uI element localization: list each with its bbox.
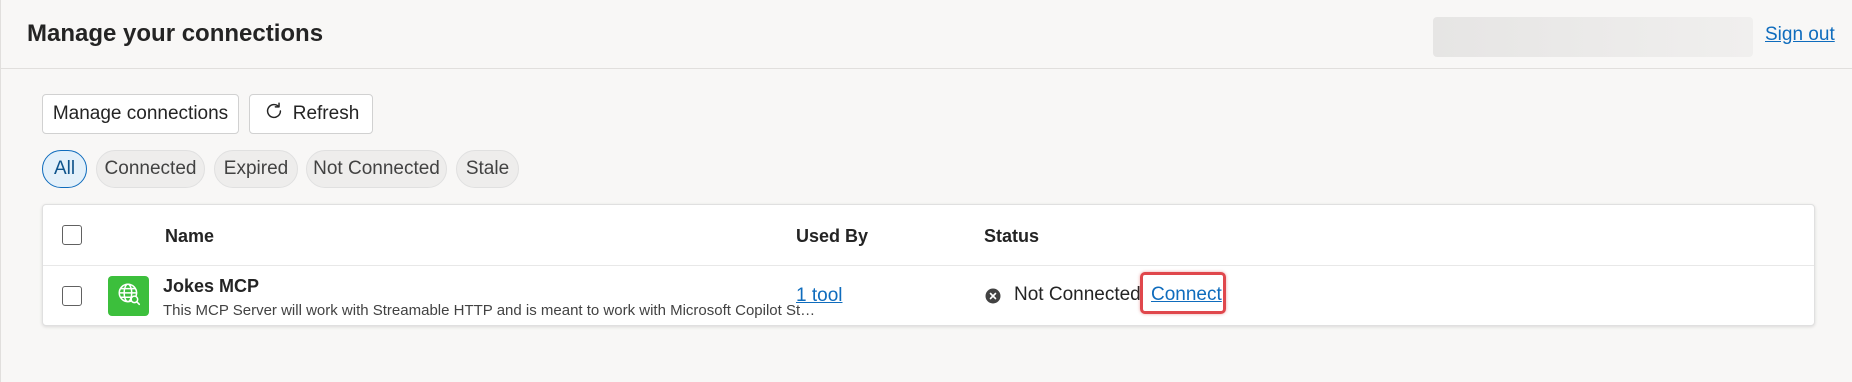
refresh-label: Refresh	[292, 103, 360, 124]
filter-not-connected[interactable]: Not Connected	[306, 150, 447, 188]
status-text: Not Connected	[1014, 284, 1141, 305]
connections-table: Name Used By Status Jokes MCP This MCP S…	[42, 204, 1815, 326]
filter-not-connected-label: Not Connected	[313, 158, 440, 179]
globe-icon	[116, 281, 142, 312]
table-row: Jokes MCP This MCP Server will work with…	[43, 266, 1814, 326]
manage-connections-button[interactable]: Manage connections	[42, 94, 239, 134]
filter-all[interactable]: All	[42, 150, 87, 188]
filter-stale[interactable]: Stale	[456, 150, 519, 188]
filter-connected-label: Connected	[104, 158, 197, 179]
connections-panel: Manage your connections Sign out Manage …	[0, 0, 1852, 382]
filter-expired-label: Expired	[223, 158, 289, 179]
used-by-link[interactable]: 1 tool	[796, 285, 842, 307]
select-all-checkbox[interactable]	[62, 225, 82, 245]
page-title: Manage your connections	[27, 20, 324, 47]
not-connected-icon	[985, 288, 1001, 304]
filter-connected[interactable]: Connected	[96, 150, 205, 188]
table-header: Name Used By Status	[43, 205, 1814, 266]
page-header: Manage your connections Sign out	[1, 0, 1852, 69]
sign-out-link[interactable]: Sign out	[1765, 24, 1835, 46]
user-profile-placeholder	[1433, 17, 1753, 57]
column-header-used-by: Used By	[796, 226, 869, 246]
column-header-name: Name	[165, 226, 215, 246]
manage-connections-label: Manage connections	[52, 103, 229, 124]
refresh-icon	[263, 100, 285, 128]
filter-all-label: All	[53, 158, 76, 179]
refresh-button[interactable]: Refresh	[249, 94, 373, 134]
connect-link[interactable]: Connect	[1151, 284, 1222, 306]
connection-name: Jokes MCP	[163, 276, 260, 296]
row-checkbox[interactable]	[62, 286, 82, 306]
app-icon	[108, 276, 149, 316]
connection-description: This MCP Server will work with Streamabl…	[163, 302, 818, 319]
column-header-status: Status	[984, 226, 1040, 246]
filter-expired[interactable]: Expired	[214, 150, 298, 188]
filter-stale-label: Stale	[465, 158, 510, 179]
